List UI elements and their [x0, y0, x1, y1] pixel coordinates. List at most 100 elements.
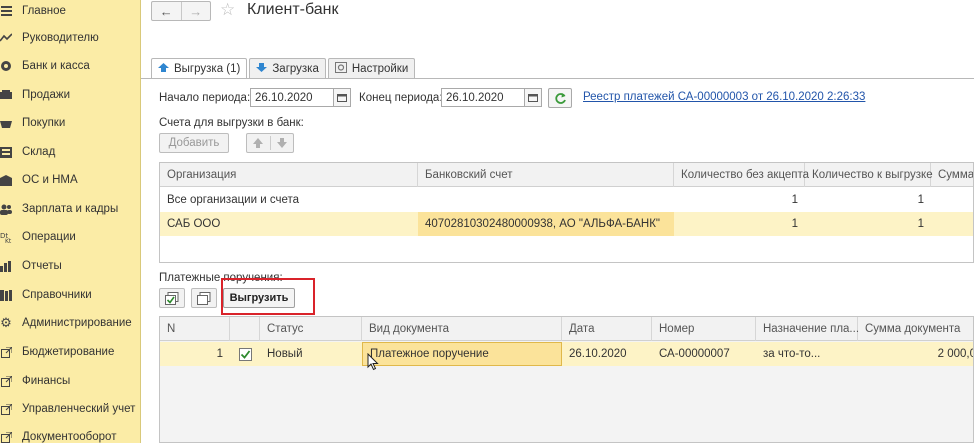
registry-link[interactable]: Реестр платежей СА-00000003 от 26.10.202…: [583, 91, 865, 103]
sidebar-item-main[interactable]: Главное: [0, 0, 141, 22]
settings-icon: [334, 62, 347, 76]
table-header: N Статус Вид документа Дата Номер Назнач…: [160, 317, 973, 341]
tab-export[interactable]: Выгрузка (1): [151, 58, 248, 79]
check-all-icon: [165, 291, 179, 305]
check-all-button[interactable]: [159, 288, 185, 308]
external-icon: [0, 345, 12, 359]
sidebar-item-purchases[interactable]: Покупки: [0, 112, 141, 134]
trend-icon: [0, 31, 12, 45]
to-export-cell: 1: [917, 218, 924, 230]
page-title: Клиент-банк: [247, 1, 339, 18]
column-header[interactable]: Вид документа: [362, 317, 562, 341]
annotation-highlight-box: [221, 278, 315, 315]
period-end-label: Конец периода:: [359, 92, 443, 104]
doc-type-cell[interactable]: Платежное поручение: [362, 342, 562, 366]
column-header[interactable]: Сумма документа: [858, 317, 973, 341]
sidebar-item-management[interactable]: Управленческий учет: [0, 398, 141, 420]
column-header[interactable]: Статус: [260, 317, 362, 341]
payments-table: N Статус Вид документа Дата Номер Назнач…: [159, 316, 974, 443]
sidebar-item-label: Продажи: [22, 89, 71, 101]
column-header[interactable]: Сумма: [931, 163, 973, 187]
sidebar-item-docflow[interactable]: Документооборот: [0, 426, 141, 443]
accounts-label: Счета для выгрузки в банк:: [159, 117, 304, 129]
no-accept-cell: 1: [791, 194, 798, 206]
column-header[interactable]: Назначение пла...: [756, 317, 859, 341]
forward-button[interactable]: →: [180, 2, 211, 20]
sum-cell: [931, 212, 973, 236]
sidebar-item-catalogs[interactable]: Справочники: [0, 284, 141, 306]
account-cell: [418, 188, 674, 212]
column-header[interactable]: Банковский счет: [418, 163, 674, 187]
sidebar-item-label: Покупки: [22, 117, 66, 129]
gear-icon: ⚙: [0, 315, 12, 330]
books-icon: [0, 288, 12, 302]
status-cell: Новый: [267, 348, 303, 360]
column-header[interactable]: Номер: [652, 317, 756, 341]
sidebar-item-budgeting[interactable]: Бюджетирование: [0, 341, 141, 363]
warehouse-icon: [0, 145, 12, 159]
column-header[interactable]: N: [160, 317, 230, 341]
table-row-selected[interactable]: САБ ООО 40702810302480000938, АО "АЛЬФА-…: [160, 212, 973, 236]
checkbox-checked-icon: [239, 347, 252, 361]
tab-bar: Выгрузка (1) Загрузка Настройки: [151, 58, 417, 79]
cart-icon: [0, 88, 12, 102]
sidebar-item-label: Документооборот: [22, 431, 117, 443]
column-header-checkbox[interactable]: [230, 317, 260, 341]
table-row-selected[interactable]: 1 Новый Платежное поручение 26.10.2020 С…: [160, 342, 973, 366]
sidebar-item-label: Главное: [22, 5, 66, 17]
operations-icon: Dt Kt: [0, 230, 12, 244]
org-cell: САБ ООО: [167, 218, 221, 230]
column-header[interactable]: Количество без акцепта: [674, 163, 809, 187]
calendar-icon[interactable]: [524, 88, 542, 107]
sidebar-item-manager[interactable]: Руководителю: [0, 27, 141, 49]
sidebar-item-finance[interactable]: Финансы: [0, 370, 141, 392]
back-button[interactable]: ←: [152, 2, 181, 20]
tab-settings[interactable]: Настройки: [327, 58, 416, 79]
sum-cell: [931, 188, 973, 212]
period-start-input[interactable]: 26.10.2020: [250, 88, 334, 107]
download-icon: [256, 63, 268, 75]
sidebar-item-warehouse[interactable]: Склад: [0, 141, 141, 163]
sidebar-item-assets[interactable]: ОС и НМА: [0, 169, 141, 191]
column-header[interactable]: Организация: [160, 163, 418, 187]
arrow-up-icon: [253, 138, 264, 148]
purpose-cell: за что-то...: [763, 348, 821, 360]
column-header[interactable]: Дата: [562, 317, 652, 341]
sidebar-item-salary[interactable]: Зарплата и кадры: [0, 198, 141, 220]
uncheck-all-icon: [197, 291, 211, 305]
tab-label: Загрузка: [272, 63, 319, 75]
date-cell: 26.10.2020: [569, 348, 627, 360]
tab-divider: [141, 78, 974, 79]
external-icon: [0, 430, 12, 443]
sidebar: Главное Руководителю Банк и касса Продаж…: [0, 0, 141, 443]
add-account-button[interactable]: Добавить: [159, 133, 229, 153]
n-cell: 1: [216, 348, 223, 360]
history-navigation: ← →: [151, 1, 211, 21]
to-export-cell: 1: [917, 194, 924, 206]
sidebar-item-label: Операции: [22, 231, 76, 243]
uncheck-all-button[interactable]: [191, 288, 217, 308]
move-up-button[interactable]: [247, 138, 270, 148]
column-header[interactable]: Количество к выгрузке: [805, 163, 933, 187]
arrow-down-icon: [276, 138, 287, 148]
sidebar-item-admin[interactable]: ⚙ Администрирование: [0, 312, 141, 334]
table-row[interactable]: Все организации и счета 1 1: [160, 188, 973, 212]
calendar-icon[interactable]: [333, 88, 351, 107]
tab-import[interactable]: Загрузка: [249, 58, 326, 79]
sidebar-item-reports[interactable]: Отчеты: [0, 255, 141, 277]
sidebar-item-label: ОС и НМА: [22, 174, 78, 186]
sidebar-item-bank[interactable]: Банк и касса: [0, 55, 141, 77]
favorite-star-icon[interactable]: ☆: [220, 0, 235, 20]
sidebar-item-label: Администрирование: [22, 317, 132, 329]
refresh-button[interactable]: [548, 88, 572, 108]
move-buttons: [246, 133, 294, 153]
period-end-input[interactable]: 26.10.2020: [441, 88, 525, 107]
sidebar-item-label: Склад: [22, 146, 56, 158]
row-checkbox[interactable]: [230, 342, 260, 366]
sidebar-item-sales[interactable]: Продажи: [0, 84, 141, 106]
external-icon: [0, 402, 12, 416]
tab-label: Выгрузка (1): [174, 63, 241, 75]
upload-icon: [158, 63, 169, 75]
sidebar-item-operations[interactable]: Dt Kt Операции: [0, 226, 141, 248]
move-down-button[interactable]: [271, 138, 294, 148]
